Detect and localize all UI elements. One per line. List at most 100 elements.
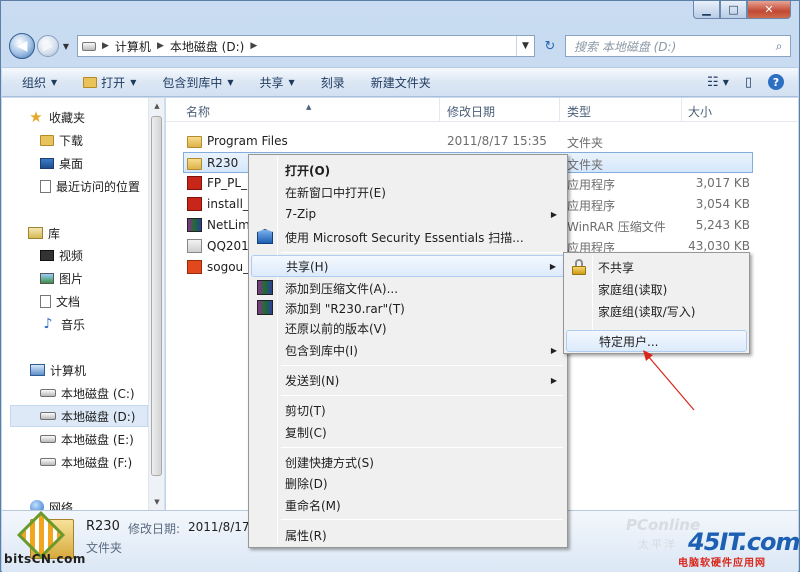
menu-cut[interactable]: 剪切(T) <box>251 399 565 421</box>
nav-recent[interactable]: 最近访问的位置 <box>40 175 140 197</box>
picture-icon <box>40 272 54 284</box>
submenu-no-share[interactable]: 不共享 <box>566 256 747 278</box>
menu-add-rar[interactable]: 添加到 "R230.rar"(T) <box>251 297 565 319</box>
nav-documents[interactable]: 文档 <box>40 290 80 312</box>
column-size[interactable]: 大小 <box>688 103 712 120</box>
site-45it-watermark: 45IT.com <box>688 528 800 556</box>
organize-button[interactable]: 组织 ▼ <box>22 74 57 91</box>
drive-icon <box>40 435 56 443</box>
menu-add-archive[interactable]: 添加到压缩文件(A)... <box>251 277 565 299</box>
dropdown-arrow-icon: ▼ <box>288 77 295 87</box>
nav-desktop[interactable]: 桌面 <box>40 152 83 174</box>
burn-button[interactable]: 刻录 <box>321 74 345 91</box>
submenu-homegroup-readwrite[interactable]: 家庭组(读取/写入) <box>566 300 747 322</box>
column-name[interactable]: 名称 <box>186 103 210 120</box>
close-button[interactable]: ✕ <box>747 1 791 19</box>
menu-send-to[interactable]: 发送到(N) ▶ <box>251 369 565 391</box>
back-button[interactable]: ◀ <box>9 33 35 59</box>
view-dropdown-icon[interactable]: ▼ <box>723 78 729 87</box>
submenu-arrow-icon: ▶ <box>550 209 557 219</box>
menu-create-shortcut[interactable]: 创建快捷方式(S) <box>251 451 565 473</box>
nav-downloads[interactable]: 下载 <box>40 129 83 151</box>
details-modified-value: 2011/8/17 <box>188 520 250 534</box>
document-icon <box>40 294 51 308</box>
chevron-right-icon[interactable]: ▶ <box>157 41 164 51</box>
address-bar[interactable]: ▶ 计算机 ▶ 本地磁盘 (D:) ▶ ▼ <box>77 35 535 57</box>
scroll-down-icon[interactable]: ▼ <box>149 494 164 510</box>
chevron-right-icon[interactable]: ▶ <box>250 41 257 51</box>
context-menu: 打开(O) 在新窗口中打开(E) 7-Zip ▶ 使用 Microsoft Sec… <box>248 154 568 548</box>
column-header: ▲ 名称 修改日期 类型 大小 <box>166 98 798 122</box>
nav-network[interactable]: 网络 <box>30 496 73 510</box>
breadcrumb-drive-d[interactable]: 本地磁盘 (D:) <box>170 38 244 55</box>
star-icon: ★ <box>29 108 43 126</box>
nav-scrollbar[interactable]: ▲ ▼ <box>148 98 164 510</box>
computer-icon <box>30 364 45 376</box>
maximize-button[interactable]: □ <box>720 1 747 19</box>
address-dropdown[interactable]: ▼ <box>516 36 534 56</box>
menu-delete[interactable]: 删除(D) <box>251 472 565 494</box>
nav-drive-e[interactable]: 本地磁盘 (E:) <box>40 428 134 450</box>
menu-mse-scan[interactable]: 使用 Microsoft Security Essentials 扫描... <box>251 226 565 248</box>
drive-icon <box>40 458 56 466</box>
refresh-icon: ↻ <box>544 38 556 54</box>
nav-drive-f[interactable]: 本地磁盘 (F:) <box>40 451 132 473</box>
menu-restore[interactable]: 还原以前的版本(V) <box>251 317 565 339</box>
forward-button[interactable]: ▶ <box>37 35 59 57</box>
recent-places-icon <box>40 179 51 193</box>
menu-rename[interactable]: 重命名(M) <box>251 494 565 516</box>
help-icon[interactable]: ? <box>768 74 784 90</box>
submenu-homegroup-read[interactable]: 家庭组(读取) <box>566 278 747 300</box>
search-input[interactable]: 搜索 本地磁盘 (D:) ⌕ <box>565 35 791 57</box>
nav-pictures[interactable]: 图片 <box>40 267 83 289</box>
menu-open[interactable]: 打开(O) <box>251 159 565 181</box>
scroll-thumb[interactable] <box>151 116 162 476</box>
chevron-right-icon[interactable]: ▶ <box>102 41 109 51</box>
caption-buttons: ▁ □ ✕ <box>693 1 791 19</box>
system-drive-icon <box>40 389 56 397</box>
folder-icon <box>83 76 98 88</box>
minimize-button[interactable]: ▁ <box>693 1 720 19</box>
menu-properties[interactable]: 属性(R) <box>251 524 565 546</box>
history-dropdown[interactable]: ▼ <box>59 42 73 51</box>
minimize-icon: ▁ <box>702 3 711 16</box>
refresh-button[interactable]: ↻ <box>539 35 561 57</box>
details-type: 文件夹 <box>86 541 123 555</box>
pconline-cn-watermark: 太平洋 <box>638 538 677 551</box>
scroll-up-icon[interactable]: ▲ <box>149 98 164 114</box>
menu-copy[interactable]: 复制(C) <box>251 421 565 443</box>
nav-favorites[interactable]: ★ 收藏夹 <box>28 106 85 128</box>
nav-drive-c[interactable]: 本地磁盘 (C:) <box>40 382 135 404</box>
menu-include-library[interactable]: 包含到库中(I) ▶ <box>251 339 565 361</box>
submenu-arrow-icon: ▶ <box>550 345 557 355</box>
command-bar: 组织 ▼ 打开 ▼ 包含到库中 ▼ 共享 ▼ 刻录 新建文件夹 ☷ ▼ ▯ ? <box>2 67 798 97</box>
details-name: R230 <box>86 519 120 534</box>
sort-ascending-icon: ▲ <box>306 103 312 111</box>
column-type[interactable]: 类型 <box>567 103 591 120</box>
menu-7zip[interactable]: 7-Zip ▶ <box>251 203 565 225</box>
submenu-specific-users[interactable]: 特定用户... <box>566 330 747 352</box>
nav-music[interactable]: ♪ 音乐 <box>40 313 85 335</box>
file-row[interactable]: Program Files 2011/8/17 15:35 文件夹 <box>166 131 798 152</box>
include-library-button[interactable]: 包含到库中 ▼ <box>162 74 233 91</box>
nav-computer[interactable]: 计算机 <box>30 359 86 381</box>
search-icon[interactable]: ⌕ <box>768 39 790 54</box>
nav-drive-d[interactable]: 本地磁盘 (D:) <box>10 405 148 427</box>
network-icon <box>30 500 44 510</box>
desktop-icon <box>40 157 54 169</box>
nav-videos[interactable]: 视频 <box>40 244 83 266</box>
open-button[interactable]: 打开 ▼ <box>83 74 136 91</box>
menu-share[interactable]: 共享(H) ▶ <box>251 255 565 277</box>
view-options-icon[interactable]: ☷ <box>707 75 719 90</box>
breadcrumb-computer[interactable]: 计算机 <box>115 38 151 55</box>
winrar-icon <box>257 300 273 315</box>
drive-icon <box>40 412 56 420</box>
drive-icon <box>82 41 96 51</box>
column-modified[interactable]: 修改日期 <box>447 103 495 120</box>
share-button[interactable]: 共享 ▼ <box>260 74 295 91</box>
share-submenu: 不共享 家庭组(读取) 家庭组(读取/写入) 特定用户... <box>563 252 750 354</box>
new-folder-button[interactable]: 新建文件夹 <box>371 74 431 91</box>
menu-open-new-window[interactable]: 在新窗口中打开(E) <box>251 181 565 203</box>
nav-libraries[interactable]: 库 <box>28 222 60 244</box>
preview-pane-icon[interactable]: ▯ <box>745 75 752 90</box>
